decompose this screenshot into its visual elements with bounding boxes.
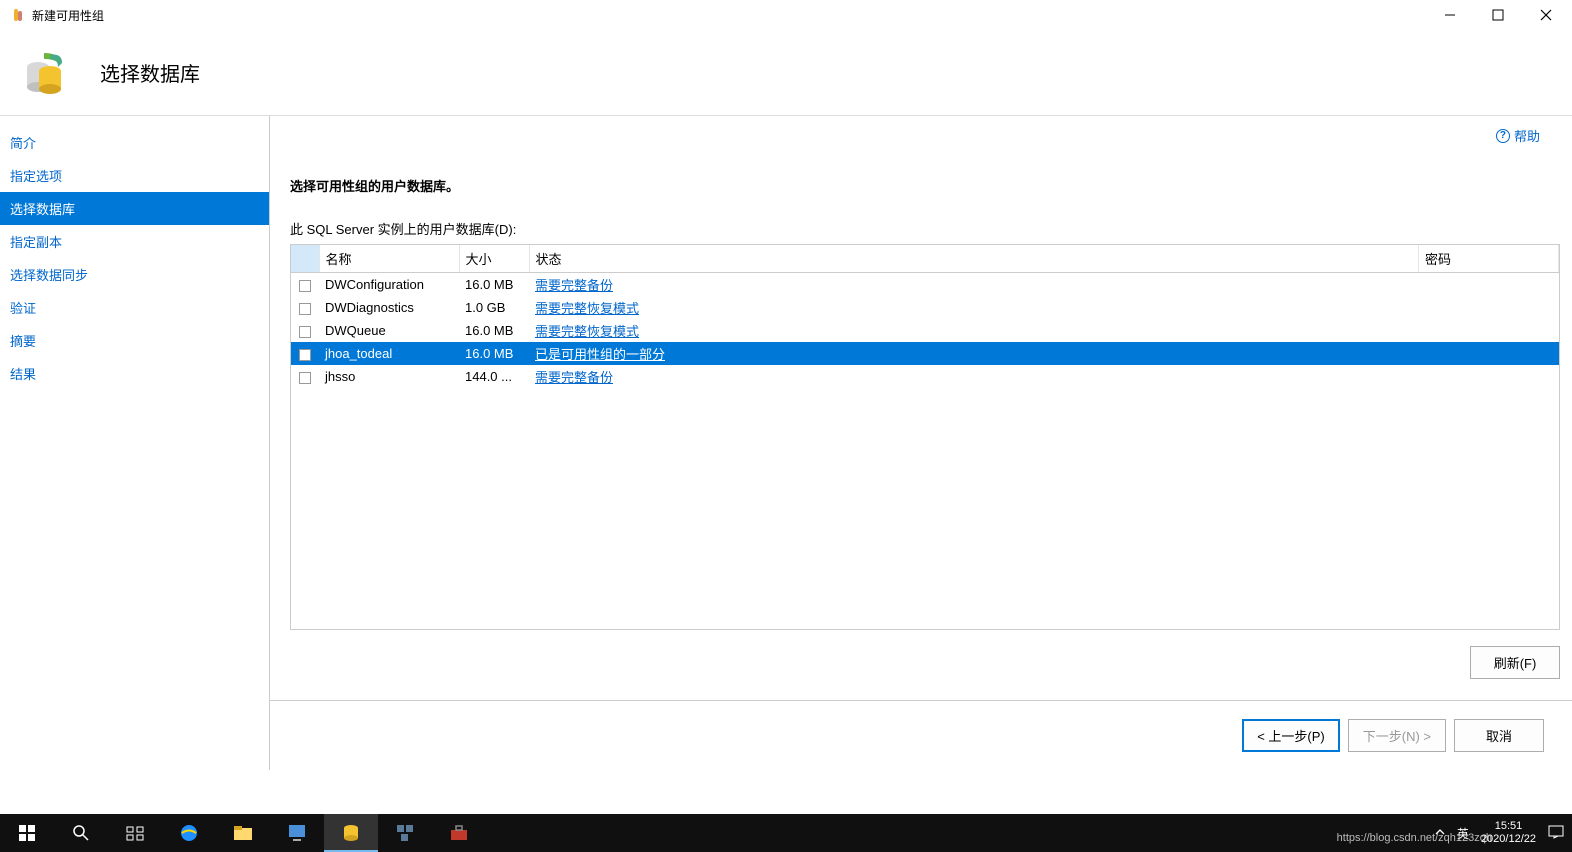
next-button[interactable]: 下一步(N) > — [1348, 719, 1446, 752]
row-status-link[interactable]: 需要完整恢复模式 — [535, 324, 639, 339]
wizard-steps-sidebar: 简介 指定选项 选择数据库 指定副本 选择数据同步 验证 摘要 结果 — [0, 116, 270, 770]
row-checkbox[interactable] — [299, 303, 311, 315]
row-size: 16.0 MB — [459, 273, 529, 297]
clock-time: 15:51 — [1495, 820, 1523, 833]
table-header-row: 名称 大小 状态 密码 — [291, 245, 1559, 273]
database-table: 名称 大小 状态 密码 DWConfiguration 16.0 MB 需要完整… — [291, 245, 1559, 388]
row-status-link[interactable]: 需要完整备份 — [535, 370, 613, 385]
database-table-container: 名称 大小 状态 密码 DWConfiguration 16.0 MB 需要完整… — [290, 244, 1560, 630]
close-button[interactable] — [1538, 7, 1554, 23]
sidebar-item-options[interactable]: 指定选项 — [0, 159, 269, 192]
toolbox-icon[interactable] — [432, 814, 486, 852]
table-row[interactable]: DWQueue 16.0 MB 需要完整恢复模式 — [291, 319, 1559, 342]
row-password — [1419, 342, 1559, 365]
header-password[interactable]: 密码 — [1419, 245, 1559, 273]
row-password — [1419, 365, 1559, 388]
row-name: DWQueue — [319, 319, 459, 342]
help-link[interactable]: ? 帮助 — [1496, 126, 1540, 145]
help-label: 帮助 — [1514, 126, 1540, 145]
row-password — [1419, 273, 1559, 297]
maximize-button[interactable] — [1490, 7, 1506, 23]
prev-button[interactable]: < 上一步(P) — [1242, 719, 1340, 752]
row-name: jhsso — [319, 365, 459, 388]
row-size: 144.0 ... — [459, 365, 529, 388]
header-checkbox-cell[interactable] — [291, 245, 319, 273]
row-checkbox[interactable] — [299, 372, 311, 384]
taskbar: 英 15:51 2020/12/22 https://blog.csdn.net… — [0, 814, 1572, 852]
wizard-main: ? 帮助 选择可用性组的用户数据库。 此 SQL Server 实例上的用户数据… — [270, 116, 1572, 770]
task-view-button[interactable] — [108, 814, 162, 852]
row-status-link[interactable]: 需要完整恢复模式 — [535, 301, 639, 316]
row-checkbox[interactable] — [299, 280, 311, 292]
sidebar-item-replicas[interactable]: 指定副本 — [0, 225, 269, 258]
start-button[interactable] — [0, 814, 54, 852]
table-row[interactable]: jhoa_todeal 16.0 MB 已是可用性组的一部分 — [291, 342, 1559, 365]
row-name: DWConfiguration — [319, 273, 459, 297]
cluster-manager-icon[interactable] — [378, 814, 432, 852]
tray-chevron-icon[interactable] — [1435, 827, 1445, 840]
window-title: 新建可用性组 — [32, 7, 1442, 24]
ssms-icon[interactable] — [324, 814, 378, 852]
refresh-button[interactable]: 刷新(F) — [1470, 646, 1560, 679]
row-size: 16.0 MB — [459, 342, 529, 365]
minimize-button[interactable] — [1442, 7, 1458, 23]
ie-icon[interactable] — [162, 814, 216, 852]
row-checkbox[interactable] — [299, 349, 311, 361]
row-status-link[interactable]: 已是可用性组的一部分 — [535, 347, 665, 362]
search-button[interactable] — [54, 814, 108, 852]
row-password — [1419, 319, 1559, 342]
sidebar-item-summary[interactable]: 摘要 — [0, 324, 269, 357]
table-row[interactable]: DWConfiguration 16.0 MB 需要完整备份 — [291, 273, 1559, 297]
row-status-link[interactable]: 需要完整备份 — [535, 278, 613, 293]
wizard-header-icon — [20, 49, 68, 97]
row-checkbox[interactable] — [299, 326, 311, 338]
wizard-header: 选择数据库 — [0, 30, 1572, 115]
refresh-row: 刷新(F) — [290, 646, 1560, 679]
subtitle-text: 此 SQL Server 实例上的用户数据库(D): — [290, 219, 1560, 238]
wizard-button-bar: < 上一步(P) 下一步(N) > 取消 — [270, 700, 1572, 770]
sidebar-item-data-sync[interactable]: 选择数据同步 — [0, 258, 269, 291]
sidebar-item-select-db[interactable]: 选择数据库 — [0, 192, 269, 225]
instruction-text: 选择可用性组的用户数据库。 — [290, 176, 1560, 195]
sidebar-item-validate[interactable]: 验证 — [0, 291, 269, 324]
server-manager-icon[interactable] — [270, 814, 324, 852]
cancel-button[interactable]: 取消 — [1454, 719, 1544, 752]
window-controls — [1442, 7, 1554, 23]
help-icon: ? — [1496, 129, 1510, 143]
row-size: 16.0 MB — [459, 319, 529, 342]
row-size: 1.0 GB — [459, 296, 529, 319]
wizard-body: 简介 指定选项 选择数据库 指定副本 选择数据同步 验证 摘要 结果 ? 帮助 … — [0, 115, 1572, 770]
row-name: jhoa_todeal — [319, 342, 459, 365]
table-row[interactable]: DWDiagnostics 1.0 GB 需要完整恢复模式 — [291, 296, 1559, 319]
sidebar-item-intro[interactable]: 简介 — [0, 126, 269, 159]
header-status[interactable]: 状态 — [529, 245, 1419, 273]
taskbar-tray: 英 15:51 2020/12/22 — [1435, 820, 1572, 846]
table-row[interactable]: jhsso 144.0 ... 需要完整备份 — [291, 365, 1559, 388]
page-title: 选择数据库 — [100, 58, 200, 87]
notification-icon[interactable] — [1548, 825, 1564, 842]
row-name: DWDiagnostics — [319, 296, 459, 319]
file-explorer-icon[interactable] — [216, 814, 270, 852]
row-password — [1419, 296, 1559, 319]
tray-ime-icon[interactable]: 英 — [1457, 825, 1469, 842]
clock-date: 2020/12/22 — [1481, 833, 1536, 846]
header-size[interactable]: 大小 — [459, 245, 529, 273]
sidebar-item-result[interactable]: 结果 — [0, 357, 269, 390]
titlebar: 新建可用性组 — [0, 0, 1572, 30]
header-name[interactable]: 名称 — [319, 245, 459, 273]
app-icon — [10, 7, 26, 23]
taskbar-clock[interactable]: 15:51 2020/12/22 — [1481, 820, 1536, 846]
